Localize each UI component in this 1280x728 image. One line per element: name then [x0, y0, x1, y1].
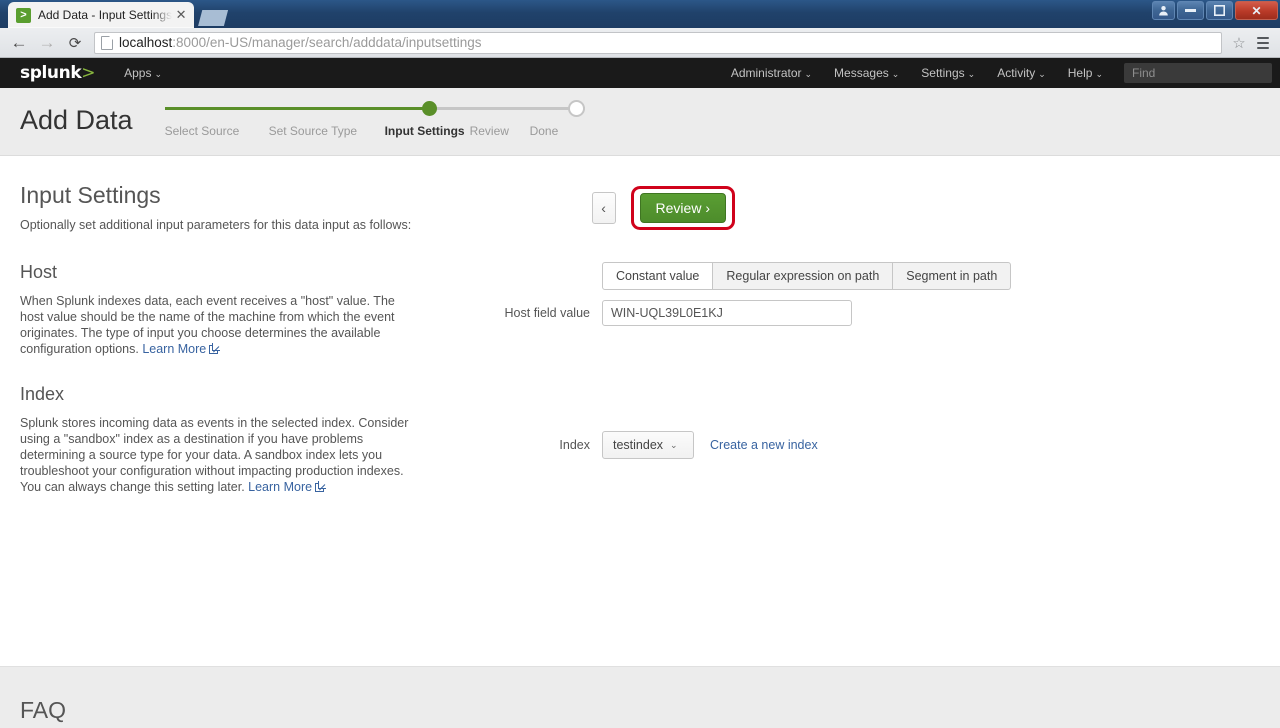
host-section-form: Constant value Regular expression on pat… [420, 262, 1260, 357]
browser-toolbar: ← → ⟳ localhost:8000/en-US/manager/searc… [0, 28, 1280, 58]
host-method-row: Constant value Regular expression on pat… [492, 262, 1260, 290]
index-learn-more-link[interactable]: Learn More [248, 480, 312, 494]
wizard-track [164, 98, 585, 118]
url-path: :8000/en-US/manager/search/adddata/input… [172, 35, 482, 50]
window-controls: ✕ [1152, 1, 1278, 20]
external-link-icon [315, 483, 325, 492]
host-description: When Splunk indexes data, each event rec… [20, 293, 420, 357]
find-input[interactable] [1124, 63, 1272, 83]
chevron-down-icon: ⌄ [154, 69, 162, 79]
page-info-icon [101, 35, 113, 50]
index-description-text: Splunk stores incoming data as events in… [20, 416, 409, 494]
index-description: Splunk stores incoming data as events in… [20, 415, 420, 495]
index-section-description: Index Splunk stores incoming data as eve… [20, 384, 420, 495]
wizard-line-completed [164, 107, 430, 110]
splunk-logo[interactable]: splunk> [20, 63, 95, 83]
url-text: localhost:8000/en-US/manager/search/addd… [119, 35, 482, 50]
nav-apps-label: Apps [124, 66, 152, 80]
host-section-description: Host When Splunk indexes data, each even… [20, 262, 420, 357]
faq-section: FAQ › How do indexes work? › How do I kn… [0, 666, 1280, 728]
host-field-value-label: Host field value [504, 306, 590, 320]
index-section: Index Splunk stores incoming data as eve… [20, 384, 1260, 495]
chevron-down-icon: ⌄ [891, 69, 900, 79]
address-bar[interactable]: localhost:8000/en-US/manager/search/addd… [94, 31, 1222, 54]
new-tab-button[interactable] [198, 10, 229, 26]
wizard-step-input-settings: Input Settings [384, 124, 465, 138]
wizard-step-labels: Select Source Set Source Type Input Sett… [165, 124, 585, 138]
host-method-segment-in-path[interactable]: Segment in path [892, 262, 1012, 290]
review-button-wrapper: Review › [630, 186, 735, 230]
nav-settings-label: Settings [921, 66, 965, 80]
host-learn-more-link[interactable]: Learn More [142, 342, 206, 356]
faq-title: FAQ [20, 697, 67, 723]
host-field-value-input[interactable] [602, 300, 852, 326]
wizard-current-step-dot [422, 101, 438, 116]
chevron-down-icon: ⌄ [670, 439, 678, 450]
chevron-down-icon: ⌄ [967, 69, 976, 79]
chevron-down-icon: ⌄ [1038, 69, 1046, 79]
wizard-progress: Select Source Set Source Type Input Sett… [164, 98, 585, 138]
splunk-navbar: splunk> Apps ⌄ Administrator ⌄ Messages ⌄ S… [0, 58, 1280, 88]
back-navigation-icon[interactable]: ← [6, 31, 32, 55]
nav-administrator[interactable]: Administrator ⌄ [720, 58, 823, 88]
index-select-label: Index [559, 438, 590, 452]
nav-messages[interactable]: Messages ⌄ [823, 58, 910, 88]
browser-titlebar: > Add Data - Input Settings ✕ ✕ [0, 0, 1280, 28]
url-host: localhost [119, 35, 173, 50]
page-title: Add Data [20, 105, 133, 135]
wizard-step-set-source-type[interactable]: Set Source Type [269, 124, 385, 138]
forward-navigation-icon[interactable]: → [34, 31, 60, 55]
wizard-step-review[interactable]: Review [470, 124, 530, 138]
minimize-button[interactable] [1177, 1, 1204, 20]
nav-messages-label: Messages [834, 66, 889, 80]
wizard-step-done[interactable]: Done [530, 124, 570, 138]
reload-icon[interactable]: ⟳ [62, 31, 88, 55]
close-window-button[interactable]: ✕ [1235, 1, 1278, 20]
nav-help-label: Help [1067, 66, 1093, 80]
index-select-row: Index testindex ⌄ Create a new index [492, 431, 1260, 459]
maximize-button[interactable] [1206, 1, 1233, 20]
nav-apps[interactable]: Apps ⌄ [113, 58, 173, 88]
index-section-form: Index testindex ⌄ Create a new index [420, 384, 1260, 495]
browser-tab[interactable]: > Add Data - Input Settings ✕ [8, 2, 195, 28]
nav-settings[interactable]: Settings ⌄ [910, 58, 986, 88]
chevron-down-icon: ⌄ [804, 69, 813, 79]
header-actions: ‹ Review › [591, 186, 735, 230]
splunk-navbar-right: Administrator ⌄ Messages ⌄ Settings ⌄ Activ… [720, 58, 1272, 88]
app-body: Add Data Select Source Set Source Type I… [0, 88, 1280, 728]
host-method-button-group: Constant value Regular expression on pat… [602, 262, 1012, 290]
splunk-logo-text: splunk [20, 63, 82, 83]
host-section: Host When Splunk indexes data, each even… [20, 262, 1260, 357]
wizard-final-step-dot [567, 100, 585, 117]
nav-help[interactable]: Help ⌄ [1057, 58, 1114, 88]
create-new-index-link[interactable]: Create a new index [710, 438, 818, 452]
user-profile-icon[interactable] [1152, 1, 1175, 20]
splunk-logo-caret: > [81, 63, 96, 83]
index-select-value: testindex [613, 438, 664, 452]
wizard-step-select-source[interactable]: Select Source [165, 124, 269, 138]
bookmark-star-icon[interactable]: ☆ [1228, 32, 1250, 54]
host-field-value-row: Host field value [492, 300, 1260, 326]
index-heading: Index [20, 384, 65, 404]
add-data-header: Add Data Select Source Set Source Type I… [0, 88, 1280, 156]
nav-activity-label: Activity [997, 66, 1036, 80]
host-method-constant-value[interactable]: Constant value [602, 262, 714, 290]
host-method-regular-expression[interactable]: Regular expression on path [712, 262, 894, 290]
tab-title: Add Data - Input Settings [38, 8, 173, 22]
chevron-down-icon: ⌄ [1095, 69, 1103, 79]
host-description-text: When Splunk indexes data, each event rec… [20, 294, 395, 356]
nav-activity[interactable]: Activity ⌄ [986, 58, 1057, 88]
index-select-dropdown[interactable]: testindex ⌄ [602, 431, 694, 459]
tab-close-icon[interactable]: ✕ [174, 7, 188, 22]
external-link-icon [209, 345, 219, 354]
review-button[interactable]: Review › [639, 193, 726, 223]
splunk-favicon-icon: > [16, 7, 31, 23]
browser-menu-icon[interactable] [1252, 31, 1274, 55]
previous-step-button[interactable]: ‹ [591, 192, 616, 224]
nav-administrator-label: Administrator [730, 66, 802, 80]
host-heading: Host [20, 262, 58, 282]
